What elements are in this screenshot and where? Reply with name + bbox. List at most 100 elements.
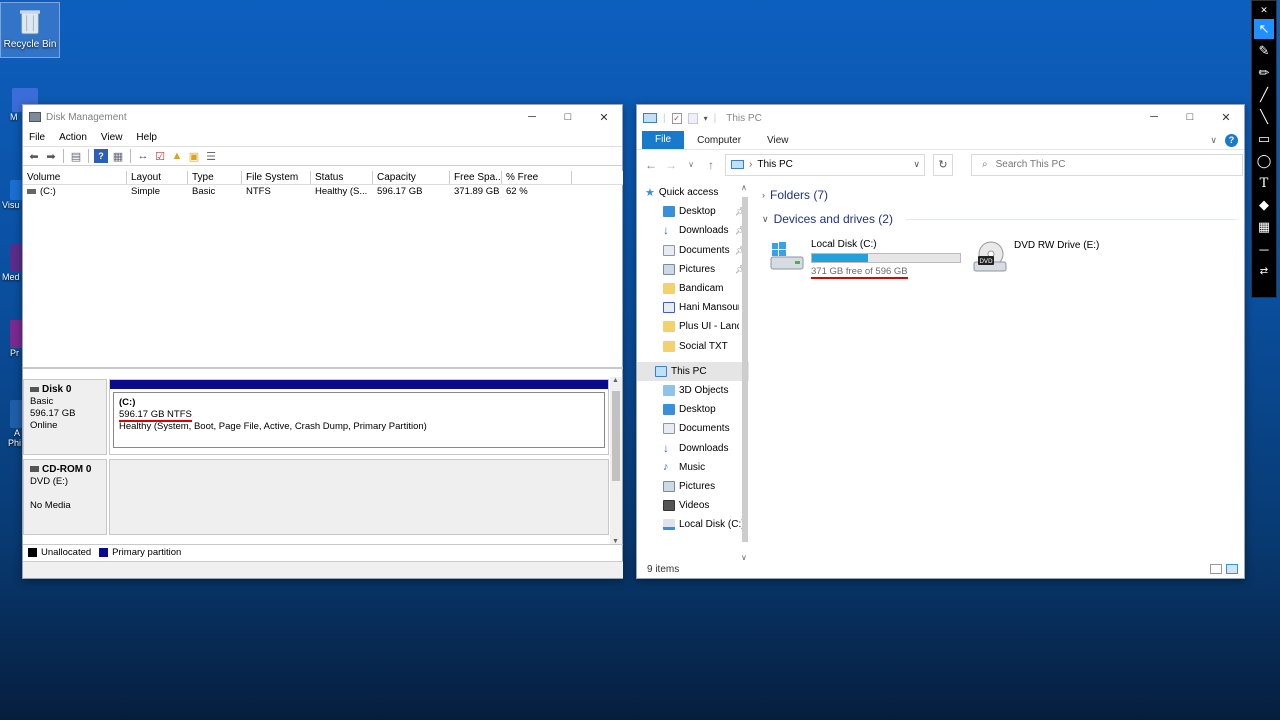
- scroll-thumb[interactable]: [612, 391, 620, 481]
- help-icon[interactable]: ?: [94, 149, 108, 163]
- menu-view[interactable]: View: [101, 132, 123, 143]
- close-button[interactable]: ✕: [1208, 105, 1244, 129]
- expand-ribbon-icon[interactable]: ∨: [1210, 135, 1217, 146]
- maximize-button[interactable]: □: [550, 105, 586, 129]
- col-layout[interactable]: Layout: [127, 171, 188, 184]
- rectangle-icon[interactable]: ▭: [1254, 129, 1274, 149]
- nav-bandicam[interactable]: Bandicam: [637, 279, 749, 298]
- disk-row[interactable]: CD-ROM 0 DVD (E:) No Media: [23, 459, 609, 535]
- nav-documents-pc[interactable]: Documents: [637, 419, 749, 438]
- nav-desktop-pc[interactable]: Desktop: [637, 400, 749, 419]
- nav-videos[interactable]: Videos: [637, 496, 749, 515]
- nav-music[interactable]: ♪ Music: [637, 458, 749, 477]
- eraser-icon[interactable]: ◆: [1254, 195, 1274, 215]
- col-volume[interactable]: Volume: [23, 171, 127, 184]
- tab-view[interactable]: View: [754, 135, 802, 146]
- address-bar[interactable]: › This PC ∨: [725, 153, 925, 176]
- nav-3d-objects[interactable]: 3D Objects: [637, 381, 749, 400]
- devices-group-header[interactable]: ∨ Devices and drives (2): [757, 207, 1245, 231]
- line-icon[interactable]: ╱: [1254, 85, 1274, 105]
- checker-icon[interactable]: ▦: [1254, 217, 1274, 237]
- nav-local-disk[interactable]: Local Disk (C:): [637, 515, 749, 534]
- forward-arrow-icon[interactable]: ➡: [44, 149, 58, 163]
- search-input[interactable]: ⌕ Search This PC: [971, 153, 1243, 176]
- cursor-icon[interactable]: ↖: [1254, 19, 1274, 39]
- brush-icon[interactable]: ╲: [1254, 107, 1274, 127]
- desktop-icon-partial[interactable]: A Phi: [0, 400, 24, 448]
- nav-quick-access[interactable]: ★ Quick access: [637, 183, 749, 202]
- title-bar[interactable]: | ✓ ▾ | This PC ─ □ ✕: [637, 105, 1244, 131]
- col-type[interactable]: Type: [188, 171, 242, 184]
- desktop-icon-partial[interactable]: M: [0, 88, 38, 122]
- address-dropdown-icon[interactable]: ∨: [913, 159, 920, 170]
- properties-icon[interactable]: ✓: [671, 112, 682, 124]
- col-status[interactable]: Status: [311, 171, 373, 184]
- console-tree-icon[interactable]: ▤: [69, 149, 83, 163]
- col-file-system[interactable]: File System: [242, 171, 311, 184]
- breadcrumb-this-pc[interactable]: This PC: [757, 159, 793, 170]
- nav-documents[interactable]: Documents 📌︎: [637, 241, 749, 260]
- pen-icon[interactable]: ✎: [1254, 41, 1274, 61]
- col-percent-free[interactable]: % Free: [502, 171, 572, 184]
- disk-row[interactable]: Disk 0 Basic 596.17 GB Online (C:) 596.1…: [23, 379, 609, 455]
- nav-downloads[interactable]: ↓ Downloads 📌︎: [637, 221, 749, 240]
- properties-icon[interactable]: ▦: [111, 149, 125, 163]
- arrows-icon[interactable]: ⇄: [1254, 261, 1274, 281]
- help-icon[interactable]: ?: [1225, 133, 1238, 147]
- refresh-button[interactable]: ↻: [933, 153, 953, 176]
- col-free-space[interactable]: Free Spa...: [450, 171, 502, 184]
- maximize-button[interactable]: □: [1172, 105, 1208, 129]
- tab-file[interactable]: File: [642, 131, 685, 149]
- search-folder-icon[interactable]: ▣: [187, 149, 201, 163]
- check-icon[interactable]: ☑: [153, 149, 167, 163]
- back-arrow-icon[interactable]: ←: [645, 158, 657, 172]
- desktop-icon-partial[interactable]: Med: [0, 244, 24, 282]
- recent-locations-icon[interactable]: ∨: [685, 160, 697, 169]
- nav-pictures-pc[interactable]: Pictures: [637, 477, 749, 496]
- connect-icon[interactable]: ↔: [136, 149, 150, 163]
- scroll-up-icon[interactable]: ▲: [612, 377, 619, 384]
- partition-c[interactable]: (C:) 596.17 GB NTFS Healthy (System, Boo…: [109, 379, 609, 455]
- forward-arrow-icon[interactable]: →: [665, 158, 677, 172]
- nav-plus-ui[interactable]: Plus UI - Landing: [637, 317, 749, 336]
- close-icon[interactable]: ✕: [1254, 3, 1274, 17]
- large-icons-view-icon[interactable]: [1226, 564, 1238, 574]
- folder-up-icon[interactable]: ▲: [170, 149, 184, 163]
- empty-media-area[interactable]: [109, 459, 609, 535]
- text-icon[interactable]: T: [1254, 173, 1274, 193]
- close-button[interactable]: ✕: [586, 105, 622, 129]
- highlighter-icon[interactable]: ✏: [1254, 63, 1274, 83]
- drive-local-disk-c[interactable]: Local Disk (C:) 371 GB free of 596 GB: [769, 239, 961, 279]
- scroll-thumb[interactable]: [742, 197, 748, 542]
- minimize-button[interactable]: ─: [1136, 105, 1172, 129]
- menu-action[interactable]: Action: [59, 132, 87, 143]
- back-arrow-icon[interactable]: ⬅: [27, 149, 41, 163]
- nav-this-pc[interactable]: This PC: [637, 361, 749, 381]
- nav-downloads-pc[interactable]: ↓ Downloads: [637, 438, 749, 457]
- title-bar[interactable]: Disk Management ─ □ ✕: [23, 105, 622, 129]
- list-view-icon[interactable]: ☰: [204, 149, 218, 163]
- menu-file[interactable]: File: [29, 132, 45, 143]
- up-arrow-icon[interactable]: ↑: [705, 158, 717, 172]
- disk-view-scrollbar[interactable]: ▲ ▼: [610, 377, 622, 545]
- quick-access-dropdown-icon[interactable]: ▾: [704, 114, 708, 123]
- details-view-icon[interactable]: [1210, 564, 1222, 574]
- nav-pictures[interactable]: Pictures 📌︎: [637, 260, 749, 279]
- table-row[interactable]: (C:) Simple Basic NTFS Healthy (S... 596…: [23, 185, 623, 199]
- minus-icon[interactable]: ─: [1254, 239, 1274, 259]
- nav-desktop[interactable]: Desktop 📌︎: [637, 202, 749, 221]
- desktop-icon-partial[interactable]: Visu: [0, 180, 24, 210]
- recycle-bin-icon[interactable]: Recycle Bin: [0, 2, 60, 58]
- col-capacity[interactable]: Capacity: [373, 171, 450, 184]
- scroll-up-icon[interactable]: ∧: [741, 183, 747, 192]
- desktop-icon-partial[interactable]: Pr: [0, 320, 24, 358]
- drive-dvd-rw-e[interactable]: DVD DVD RW Drive (E:): [972, 240, 1099, 274]
- new-folder-icon[interactable]: [687, 112, 698, 124]
- ellipse-icon[interactable]: ◯: [1254, 151, 1274, 171]
- tab-computer[interactable]: Computer: [684, 135, 754, 146]
- menu-help[interactable]: Help: [136, 132, 157, 143]
- nav-social-txt[interactable]: Social TXT: [637, 337, 749, 356]
- folders-group-header[interactable]: › Folders (7): [757, 183, 1245, 207]
- minimize-button[interactable]: ─: [514, 105, 550, 129]
- nav-pane-scrollbar[interactable]: ∧ ∨: [739, 183, 751, 562]
